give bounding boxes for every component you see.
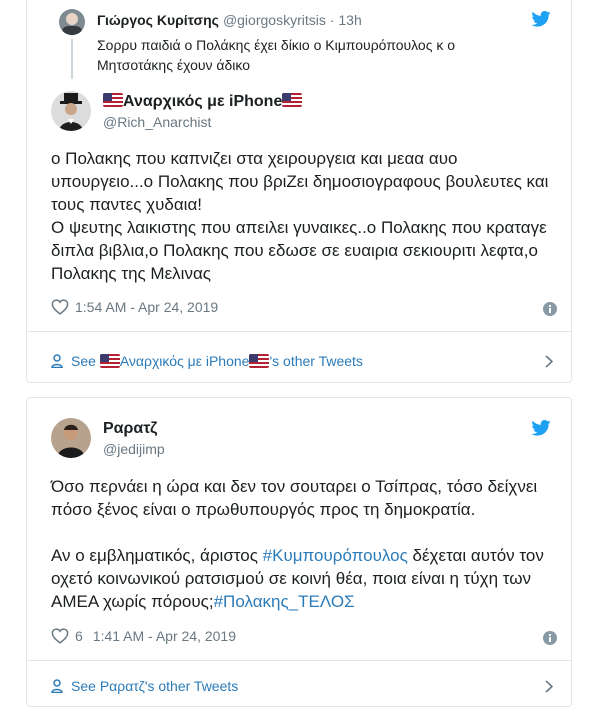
- tweet-paragraph-1: Όσο περνάει η ώρα και δεν τον σουταρει ο…: [51, 477, 538, 519]
- hashtag-link[interactable]: #Κυμπουρόπουλος: [263, 546, 408, 565]
- twitter-bird-icon[interactable]: [531, 420, 551, 436]
- see-more-name[interactable]: Ραρατζ: [100, 678, 145, 694]
- divider: [27, 331, 571, 332]
- us-flag-icon: [282, 93, 303, 107]
- parent-author-name[interactable]: Γιώργος Κυρίτσης: [97, 12, 219, 28]
- info-icon[interactable]: [543, 631, 557, 645]
- tweet-text-segment: Αν ο εμβληματικός, άριστος: [51, 546, 263, 565]
- author-avatar[interactable]: [51, 91, 91, 131]
- tweet-meta: 1:54 AM - Apr 24, 2019: [51, 299, 218, 315]
- chevron-right-icon[interactable]: [545, 680, 553, 693]
- see-other-tweets-link[interactable]: See Ραρατζ's other Tweets: [51, 674, 557, 698]
- tweet-timestamp[interactable]: 1:54 AM - Apr 24, 2019: [75, 299, 218, 315]
- parent-time[interactable]: · 13h: [330, 12, 362, 28]
- parent-avatar[interactable]: [59, 9, 85, 35]
- like-count[interactable]: 6: [75, 628, 83, 644]
- author-name-line[interactable]: Αναρχικός με iPhone: [103, 93, 303, 111]
- see-more-name[interactable]: Αναρχικός με iPhone: [120, 353, 250, 369]
- author-handle[interactable]: @jedijimp: [103, 441, 165, 457]
- hashtag-link[interactable]: #Πολακης_ΤΕΛΟΣ: [214, 592, 355, 611]
- chevron-right-icon[interactable]: [545, 355, 553, 368]
- tweet-text: ο Πολακης που καπνιζει στα χειρουργεια κ…: [51, 147, 561, 285]
- us-flag-icon: [103, 93, 123, 107]
- us-flag-icon: [99, 354, 120, 368]
- person-icon: [51, 679, 63, 693]
- tweet-timestamp[interactable]: 1:41 AM - Apr 24, 2019: [93, 628, 236, 644]
- author-name[interactable]: Ραρατζ: [103, 420, 157, 438]
- tweet-text: Όσο περνάει η ώρα και δεν τον σουταρει ο…: [51, 475, 561, 613]
- thread-line: [71, 39, 73, 79]
- parent-author-handle[interactable]: @giorgoskyritsis: [223, 12, 326, 28]
- person-icon: [51, 354, 63, 368]
- see-other-tweets-link[interactable]: See Αναρχικός με iPhone 's other Tweets: [51, 349, 557, 373]
- parent-tweet[interactable]: Γιώργος Κυρίτσης @giorgoskyritsis · 13h Σο…: [27, 0, 571, 85]
- tweet-paragraph-2: Αν ο εμβληματικός, άριστος #Κυμπουρόπουλ…: [51, 544, 561, 613]
- us-flag-icon: [249, 354, 270, 368]
- parent-tweet-text: Σορρυ παιδιά ο Πολάκης έχει δίκιο ο Κιμπ…: [97, 37, 456, 73]
- heart-icon[interactable]: [51, 299, 69, 315]
- divider: [27, 660, 571, 661]
- info-icon[interactable]: [543, 302, 557, 316]
- parent-author-line[interactable]: Γιώργος Κυρίτσης @giorgoskyritsis · 13h: [97, 12, 362, 28]
- tweet-text-line: ο Πολακης που καπνιζει στα χειρουργεια κ…: [51, 149, 549, 214]
- paragraph-spacer: [51, 521, 561, 544]
- embedded-tweet-1: Γιώργος Κυρίτσης @giorgoskyritsis · 13h Σο…: [26, 0, 572, 383]
- author-avatar[interactable]: [51, 418, 91, 458]
- heart-icon[interactable]: [51, 628, 69, 644]
- see-more-suffix[interactable]: 's other Tweets: [145, 678, 238, 694]
- tweet-text-line: Ο ψευτης λαικιστης που απειλει γυναικες.…: [51, 218, 547, 283]
- embedded-tweet-2: Ραρατζ @jedijimp Όσο περνάει η ώρα και δ…: [26, 397, 572, 707]
- author-handle[interactable]: @Rich_Anarchist: [103, 114, 211, 130]
- see-more-suffix[interactable]: 's other Tweets: [269, 353, 362, 369]
- author-name[interactable]: Αναρχικός με iPhone: [123, 93, 282, 110]
- see-more-prefix[interactable]: See: [71, 353, 96, 369]
- tweet-meta: 6 1:41 AM - Apr 24, 2019: [51, 628, 236, 644]
- see-more-prefix[interactable]: See: [71, 678, 96, 694]
